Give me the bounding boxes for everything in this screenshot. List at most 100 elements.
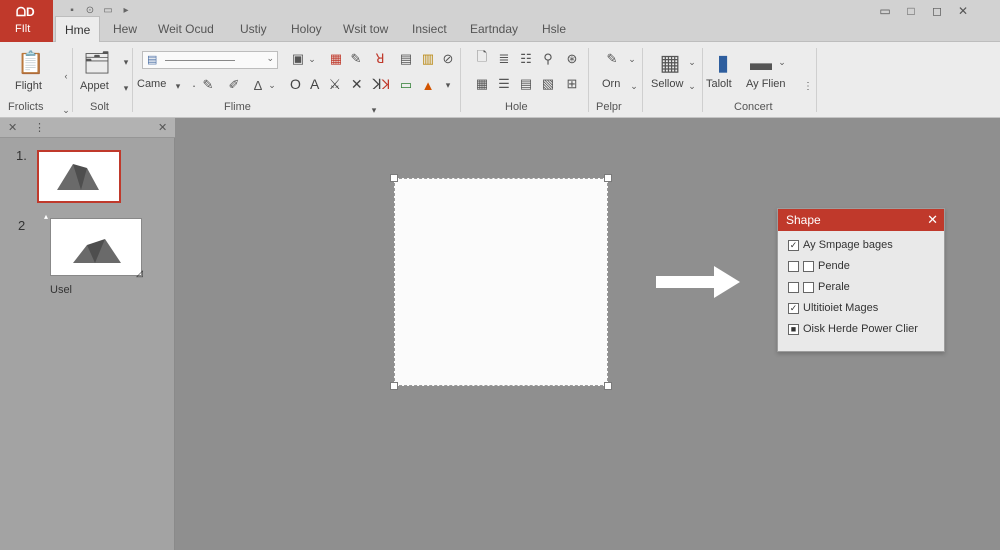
- table-icon[interactable]: ▤: [518, 76, 534, 92]
- ay-flien-button[interactable]: Ay Flien: [746, 78, 786, 90]
- tab-view[interactable]: Hew: [113, 22, 137, 36]
- resize-handle[interactable]: [390, 382, 398, 390]
- tab-insiect[interactable]: Insiect: [412, 22, 447, 36]
- mountain-icon: [73, 239, 121, 263]
- option-1[interactable]: ✓ Ay Smpage bages: [788, 239, 893, 251]
- option-2[interactable]: Pende: [788, 260, 850, 272]
- pen-icon[interactable]: ✎: [604, 51, 620, 67]
- option-4[interactable]: ✓ Ultitioiet Mages: [788, 302, 878, 314]
- tab-home[interactable]: Hme: [55, 16, 101, 43]
- chevron-down-icon[interactable]: ▾: [170, 78, 186, 94]
- flight-button[interactable]: Flight: [15, 80, 42, 92]
- chevron-down-icon[interactable]: ⌄: [626, 78, 642, 94]
- more-icon[interactable]: ⋮: [800, 78, 816, 94]
- checkbox[interactable]: [788, 260, 799, 272]
- chevron-down-icon[interactable]: ⌄: [684, 54, 700, 70]
- slide-caption: Usel: [50, 284, 73, 296]
- talolt-button[interactable]: Talolt: [706, 78, 732, 90]
- tab-eartnday[interactable]: Eartnday: [470, 22, 518, 36]
- layout-icon[interactable]: ▦: [657, 50, 683, 76]
- chart-icon[interactable]: ⊞: [564, 76, 580, 92]
- customize-icon[interactable]: ▸: [120, 4, 132, 16]
- globe-icon[interactable]: ⊛: [564, 51, 580, 67]
- list-icon[interactable]: ≣: [496, 51, 512, 67]
- checkbox[interactable]: [803, 260, 814, 272]
- table-icon[interactable]: ☷: [518, 51, 534, 67]
- grid-icon[interactable]: ▦: [474, 76, 490, 92]
- warning-icon[interactable]: ▲: [420, 77, 436, 93]
- shape-dialog: Shape ✕ ✓ Ay Smpage bages Pende Perale ✓…: [777, 208, 945, 352]
- chevron-down-icon[interactable]: ⌄: [264, 77, 280, 93]
- undo-icon[interactable]: ⊙: [84, 4, 96, 16]
- pane-options-icon[interactable]: ⋮: [34, 121, 45, 134]
- option-5[interactable]: ■ Oisk Herde Power Clier: [788, 323, 918, 335]
- checkbox[interactable]: [788, 281, 799, 293]
- font-name-combo[interactable]: ▤ ⌄: [142, 51, 278, 69]
- group-label-solt: Solt: [90, 101, 109, 113]
- brush-icon[interactable]: ✐: [226, 77, 242, 93]
- comment-icon[interactable]: ▬: [748, 50, 774, 76]
- title-tab-bar: ᗝD FIlt ▪ ⊙ ▭ ▸ Hme Hew Weit Ocud Ustiy …: [0, 0, 1000, 43]
- highlight-icon[interactable]: ▥: [420, 51, 436, 67]
- group-label-pelpr: Pelpr: [596, 101, 622, 113]
- font-color-icon[interactable]: ꓤ: [372, 51, 388, 67]
- selected-shape[interactable]: [390, 174, 612, 390]
- tab-hsle[interactable]: Hsle: [542, 22, 566, 36]
- font-style-row[interactable]: O A ⚔ ✕ ꓘ: [290, 76, 385, 93]
- slide-thumbnail-1[interactable]: [37, 150, 121, 203]
- ribbon-separator: [72, 48, 73, 112]
- strikethrough-icon[interactable]: ꓘ: [378, 77, 394, 93]
- slide-thumbnail-2[interactable]: [50, 218, 142, 276]
- text-box-icon[interactable]: ▭: [398, 77, 414, 93]
- resize-handle[interactable]: [390, 174, 398, 182]
- checkbox-checked[interactable]: ✓: [788, 239, 799, 251]
- orn-button[interactable]: Orn: [602, 78, 620, 90]
- minimize-icon[interactable]: □: [898, 4, 924, 18]
- maximize-icon[interactable]: ◻: [924, 4, 950, 18]
- document-icon[interactable]: 🗋: [474, 49, 490, 67]
- tab-ustiy[interactable]: Ustiy: [240, 22, 267, 36]
- chevron-down-icon[interactable]: ⌄: [624, 51, 640, 67]
- clear-format-icon[interactable]: ⊘: [440, 51, 456, 67]
- bullets-icon[interactable]: ▦: [328, 51, 344, 67]
- save-icon[interactable]: ▪: [66, 4, 78, 16]
- redo-icon[interactable]: ▭: [102, 4, 114, 16]
- layers-icon[interactable]: ▧: [540, 76, 556, 92]
- resize-handle[interactable]: [604, 174, 612, 182]
- resize-handle[interactable]: [604, 382, 612, 390]
- checkbox-checked[interactable]: ■: [788, 323, 799, 335]
- slide-thumbnail-pane: ✕ ⋮ ✕ 1. 2 ▴ ◿ Usel: [0, 118, 175, 550]
- close-icon[interactable]: ✕: [950, 4, 976, 18]
- new-slide-icon[interactable]: 🗂: [83, 50, 111, 76]
- file-button[interactable]: ᗝD FIlt: [0, 0, 53, 42]
- chevron-down-icon[interactable]: ▾: [440, 77, 456, 93]
- checkbox[interactable]: [803, 281, 814, 293]
- copy-icon[interactable]: ▤: [398, 51, 414, 67]
- list-icon[interactable]: ☰: [496, 76, 512, 92]
- search-icon[interactable]: ⚲: [540, 51, 556, 67]
- chevron-down-icon[interactable]: ⌄: [684, 78, 700, 94]
- tab-weit-ocud[interactable]: Weit Ocud: [158, 22, 214, 36]
- collapse-icon[interactable]: ✕: [8, 121, 17, 134]
- checkbox-checked[interactable]: ✓: [788, 302, 799, 314]
- option-label: Perale: [818, 281, 850, 293]
- close-icon[interactable]: ✕: [158, 121, 167, 134]
- paste-icon[interactable]: 📋: [17, 50, 44, 76]
- came-button[interactable]: Came: [137, 78, 166, 90]
- edit-icon[interactable]: ✎: [348, 51, 364, 67]
- restore-icon[interactable]: ▭: [872, 4, 898, 18]
- dictate-icon[interactable]: ▮: [710, 50, 736, 76]
- sellow-button[interactable]: Sellow: [651, 78, 683, 90]
- group-label-hole: Hole: [505, 101, 528, 113]
- chevron-down-icon[interactable]: ▾: [366, 102, 382, 118]
- pen-icon[interactable]: ✎: [200, 77, 216, 93]
- chevron-down-icon[interactable]: ⌄: [774, 54, 790, 70]
- option-3[interactable]: Perale: [788, 281, 850, 293]
- tab-holoy[interactable]: Holoy: [291, 22, 322, 36]
- tab-wsit-tow[interactable]: Wsit tow: [343, 22, 388, 36]
- font-color-icon: ▤: [147, 54, 158, 66]
- appet-button[interactable]: Appet: [80, 80, 109, 92]
- group-label-frolicts: Frolicts: [8, 101, 44, 113]
- chevron-down-icon[interactable]: ⌄: [304, 51, 320, 67]
- close-icon[interactable]: ✕: [927, 212, 938, 228]
